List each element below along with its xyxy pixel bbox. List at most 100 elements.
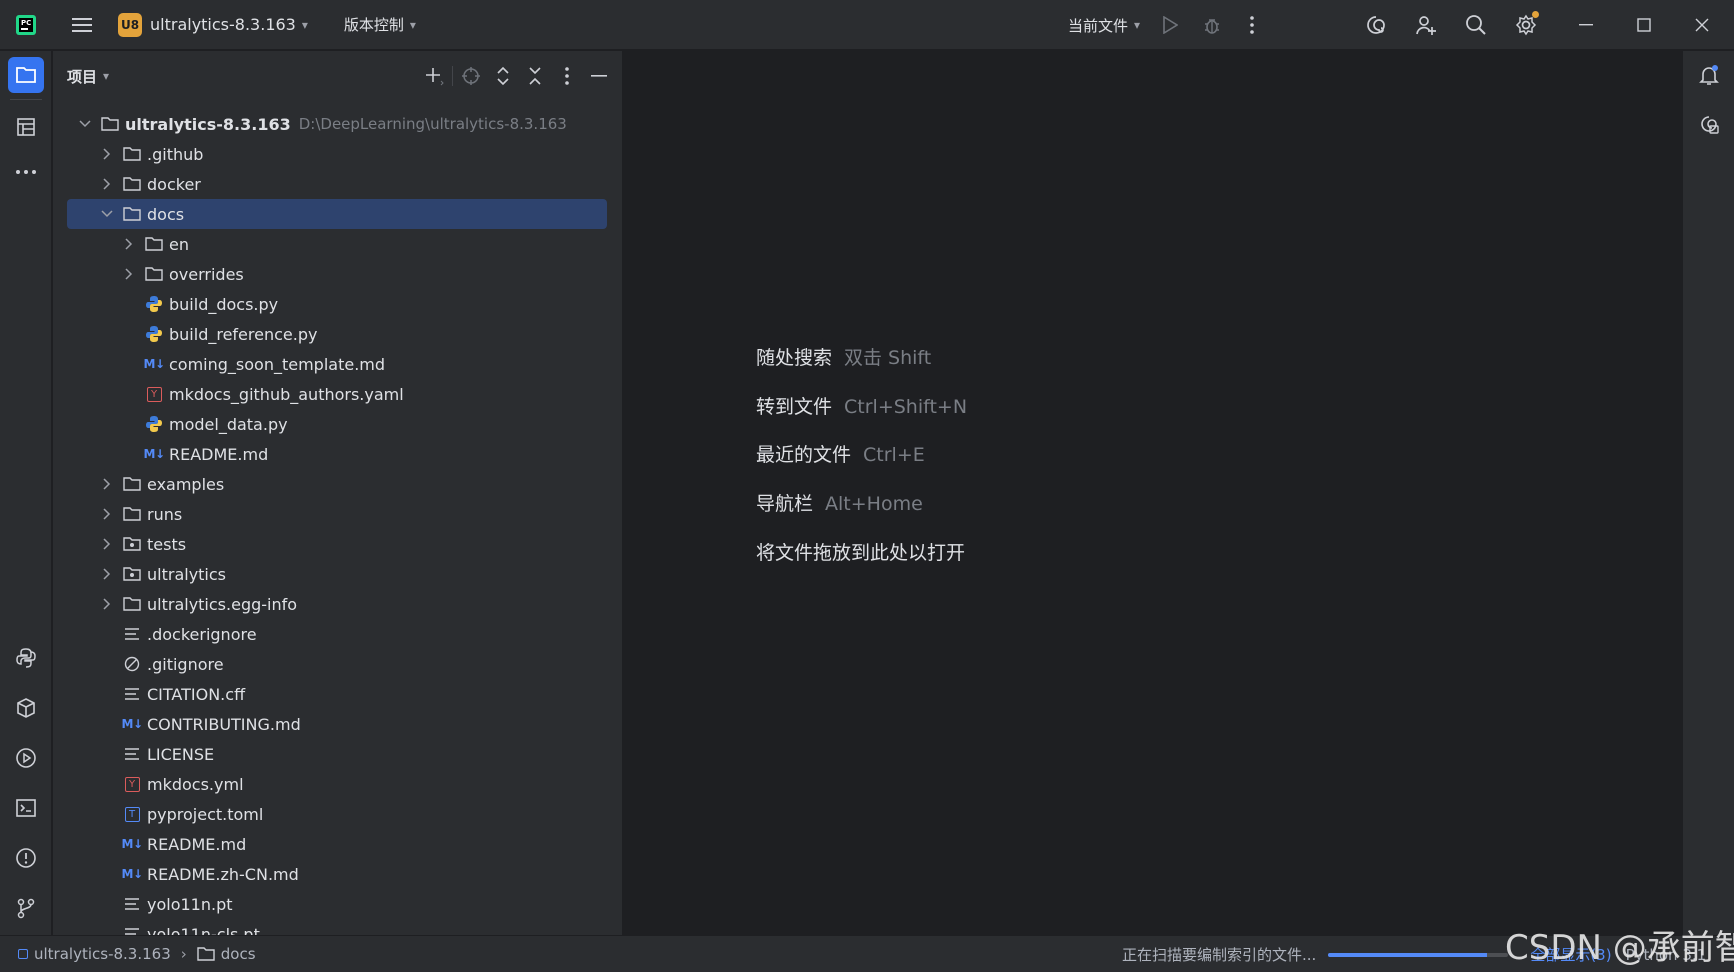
main-menu-icon[interactable] [64, 7, 100, 43]
ai-assistant-icon[interactable] [1358, 7, 1394, 43]
chevron-right-icon[interactable] [99, 536, 115, 552]
run-icon[interactable] [1152, 7, 1188, 43]
ai-chat-icon[interactable] [1691, 107, 1727, 143]
tree-item-label: ultralytics-8.3.163 [125, 114, 291, 134]
git-tool-button[interactable] [8, 890, 44, 926]
tree-folder-row[interactable]: runs [67, 499, 607, 529]
tree-folder-row[interactable]: ultralytics [67, 559, 607, 589]
tree-folder-row[interactable]: ultralytics.egg-info [67, 589, 607, 619]
tree-file-row[interactable]: CITATION.cff [67, 679, 607, 709]
new-file-icon[interactable] [418, 60, 450, 92]
tree-file-row[interactable]: M↓ coming_soon_template.md [67, 349, 607, 379]
update-dot-icon [1532, 11, 1539, 18]
tree-file-row[interactable]: Ymkdocs.yml [67, 769, 607, 799]
tree-folder-row[interactable]: en [67, 229, 607, 259]
minimize-window-icon[interactable] [1568, 7, 1604, 43]
structure-tool-button[interactable] [8, 109, 44, 145]
python-file-icon [145, 415, 163, 433]
tree-file-row[interactable]: build_docs.py [67, 289, 607, 319]
vcs-menu[interactable]: 版本控制 ▾ [344, 14, 416, 35]
hint-shortcut: Ctrl+Shift+N [844, 396, 968, 418]
tree-item-label: model_data.py [169, 414, 288, 434]
package-folder-icon [123, 535, 141, 553]
tree-file-row[interactable]: yolo11n.pt [67, 889, 607, 919]
markdown-file-icon: M↓ [143, 357, 166, 371]
maximize-window-icon[interactable] [1626, 7, 1662, 43]
tree-file-row[interactable]: M↓ README.md [67, 829, 607, 859]
search-icon[interactable] [1458, 7, 1494, 43]
hint-action: 转到文件 [756, 396, 833, 418]
tree-file-row[interactable]: .dockerignore [67, 619, 607, 649]
tree-file-row[interactable]: build_reference.py [67, 319, 607, 349]
text-file-icon [123, 895, 141, 913]
breadcrumb-folder[interactable]: docs [221, 945, 256, 963]
tree-file-row[interactable]: .gitignore [67, 649, 607, 679]
tree-file-row[interactable]: Tpyproject.toml [67, 799, 607, 829]
editor-empty-area[interactable]: 随处搜索 双击 Shift 转到文件 Ctrl+Shift+N 最近的文件 Ctrl+… [624, 51, 1681, 935]
hint-action: 导航栏 [756, 493, 814, 515]
tree-folder-row[interactable]: examples [67, 469, 607, 499]
services-tool-button[interactable] [8, 740, 44, 776]
breadcrumb-project[interactable]: ultralytics-8.3.163 [34, 945, 171, 963]
chevron-right-icon[interactable] [99, 506, 115, 522]
debug-icon[interactable] [1194, 7, 1230, 43]
chevron-right-icon[interactable] [99, 596, 115, 612]
indexing-status[interactable]: 正在扫描要编制索引的文件... [1122, 944, 1316, 965]
project-switcher[interactable]: U8 ultralytics-8.3.163 ▾ [118, 12, 308, 37]
hint-shortcut: Alt+Home [825, 493, 923, 515]
hide-panel-icon[interactable] [583, 60, 615, 92]
project-tool-button[interactable] [8, 57, 44, 93]
chevron-right-icon[interactable] [99, 146, 115, 162]
collapse-all-icon[interactable] [519, 60, 551, 92]
panel-options-icon[interactable] [551, 60, 583, 92]
tree-file-row[interactable]: LICENSE [67, 739, 607, 769]
folder-icon [145, 235, 163, 253]
more-tools-icon[interactable] [8, 154, 44, 190]
tree-folder-row[interactable]: tests [67, 529, 607, 559]
more-actions-icon[interactable] [1234, 7, 1270, 43]
tree-file-row[interactable]: M↓ README.zh-CN.md [67, 859, 607, 889]
tree-folder-row[interactable]: ultralytics-8.3.163 D:\DeepLearning\ultra… [67, 109, 607, 139]
add-user-icon[interactable] [1408, 7, 1444, 43]
tree-item-label: tests [147, 534, 187, 554]
project-view-selector[interactable]: 项目 ▾ [67, 66, 109, 87]
watermark: CSDN @承前智 [1505, 928, 1734, 968]
run-config-selector[interactable]: 当前文件 ▾ [1068, 15, 1140, 36]
locate-file-icon[interactable] [455, 60, 487, 92]
python-console-tool-button[interactable] [8, 640, 44, 676]
hint-action: 随处搜索 [756, 347, 833, 369]
folder-icon [145, 265, 163, 283]
terminal-tool-button[interactable] [8, 790, 44, 826]
close-window-icon[interactable] [1684, 7, 1720, 43]
tree-folder-row[interactable]: overrides [67, 259, 607, 289]
chevron-right-icon[interactable] [99, 476, 115, 492]
tree-folder-row[interactable]: .github [67, 139, 607, 169]
chevron-down-icon[interactable] [99, 206, 115, 222]
settings-gear-icon[interactable] [1508, 7, 1544, 43]
tree-folder-row[interactable]: docker [67, 169, 607, 199]
expand-all-icon[interactable] [487, 60, 519, 92]
chevron-right-icon[interactable] [121, 266, 137, 282]
tree-item-label: yolo11n-cls.pt [147, 924, 260, 936]
tree-item-label: examples [147, 474, 225, 494]
chevron-right-icon[interactable] [121, 236, 137, 252]
hint-drop-files: 将文件拖放到此处以打开 [756, 538, 965, 565]
hint-shortcut: 双击 Shift [844, 347, 932, 369]
chevron-down-icon[interactable] [77, 116, 93, 132]
tree-file-row[interactable]: M↓ CONTRIBUTING.md [67, 709, 607, 739]
tree-file-row[interactable]: M↓ README.md [67, 439, 607, 469]
hint-search-everywhere: 随处搜索 双击 Shift [756, 343, 931, 370]
tree-file-row[interactable]: Ymkdocs_github_authors.yaml [67, 379, 607, 409]
chevron-down-icon: ▾ [409, 17, 416, 32]
chevron-right-icon[interactable] [99, 176, 115, 192]
tree-file-row[interactable]: yolo11n-cls.pt [67, 919, 607, 935]
problems-tool-button[interactable] [8, 840, 44, 876]
tree-item-label: overrides [169, 264, 244, 284]
tree-file-row[interactable]: model_data.py [67, 409, 607, 439]
yaml-file-icon: Y [145, 385, 163, 403]
notifications-bell-icon[interactable] [1691, 57, 1727, 93]
chevron-right-icon[interactable] [99, 566, 115, 582]
python-packages-tool-button[interactable] [8, 690, 44, 726]
right-tool-window-bar [1682, 51, 1734, 935]
tree-folder-row[interactable]: docs [67, 199, 607, 229]
